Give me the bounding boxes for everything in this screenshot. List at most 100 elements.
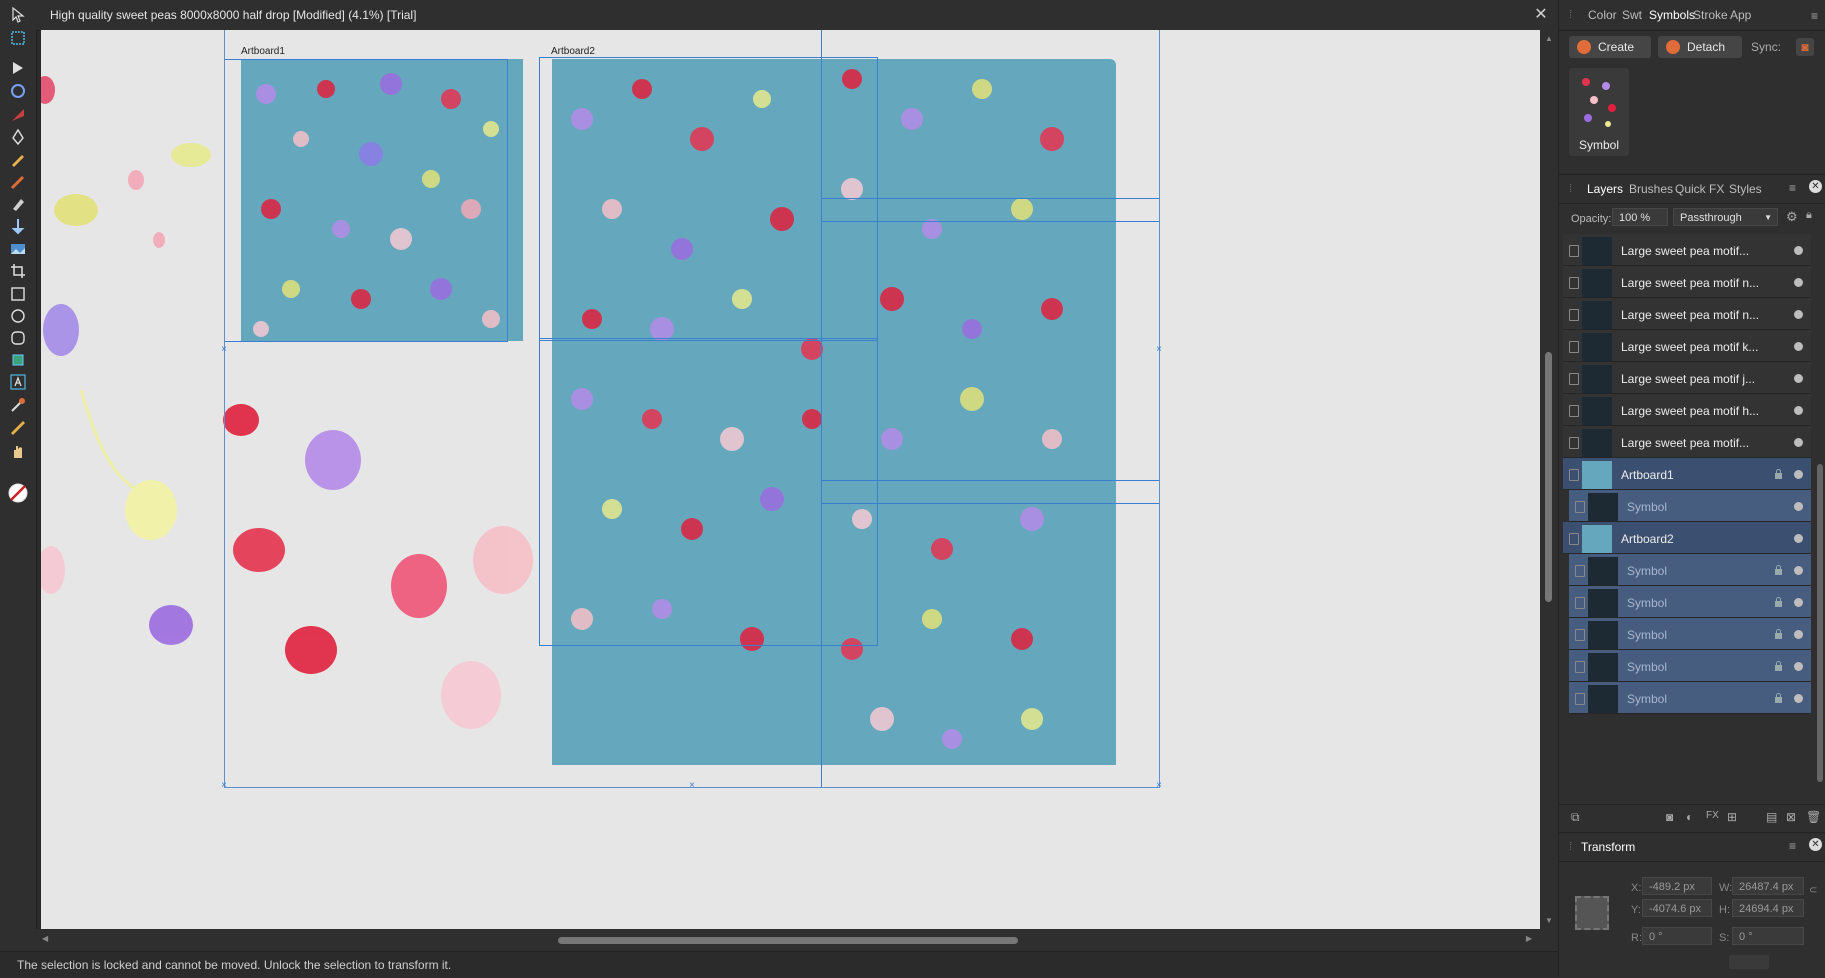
lock-icon[interactable] [1774, 628, 1783, 639]
shape-tool-icon[interactable] [6, 349, 30, 371]
add-layer-icon[interactable]: ▤ [1766, 810, 1777, 824]
transform-options[interactable] [1729, 955, 1769, 969]
visibility-toggle[interactable] [1794, 566, 1803, 575]
tab-swatches[interactable]: Swt [1622, 8, 1642, 22]
symbol-thumbnail[interactable]: Symbol [1569, 68, 1629, 156]
tab-transform[interactable]: Transform [1581, 840, 1635, 854]
scroll-down-icon[interactable]: ▼ [1545, 916, 1553, 925]
visibility-toggle[interactable] [1794, 662, 1803, 671]
layer-row[interactable]: Symbol [1569, 554, 1811, 586]
h-field[interactable]: 24694.4 px [1732, 899, 1804, 917]
tab-stroke[interactable]: Stroke [1693, 8, 1728, 22]
lock-icon[interactable] [1774, 692, 1783, 703]
crop-tool-icon[interactable] [6, 260, 30, 282]
anchor-selector[interactable] [1575, 896, 1609, 930]
panel-menu-icon[interactable]: ≡ [1789, 181, 1796, 195]
scroll-right-icon[interactable]: ▶ [1526, 934, 1532, 943]
color-picker-tool-icon[interactable] [6, 394, 30, 416]
visibility-toggle[interactable] [1794, 342, 1803, 351]
selection-handle[interactable]: × [688, 781, 696, 791]
selection-handle[interactable]: × [1155, 781, 1163, 791]
vector-brush-tool-icon[interactable] [6, 171, 30, 193]
lock-icon[interactable] [1774, 596, 1783, 607]
design-canvas[interactable]: Artboard1 Artboard2 × × × × × [41, 30, 1540, 929]
tab-styles[interactable]: Styles [1729, 182, 1762, 196]
node-tool-icon[interactable] [6, 57, 30, 79]
fill-tool-icon[interactable] [6, 193, 30, 215]
tab-symbols[interactable]: Symbols [1649, 8, 1695, 22]
layer-row[interactable]: Symbol [1569, 650, 1811, 682]
fill-stroke-swatch[interactable] [6, 478, 30, 508]
pen-tool-icon[interactable] [6, 126, 30, 148]
rectangle-tool-icon[interactable] [6, 283, 30, 305]
layers-scrollbar[interactable] [1815, 234, 1825, 790]
close-panel-icon[interactable]: ✕ [1809, 838, 1822, 851]
fx-icon[interactable]: FX [1706, 810, 1719, 821]
layer-row[interactable]: Large sweet pea motif h... [1563, 394, 1811, 426]
y-field[interactable]: -4074.6 px [1642, 899, 1712, 917]
merge-icon[interactable]: ⊠ [1786, 810, 1796, 824]
layer-row[interactable]: Large sweet pea motif n... [1563, 298, 1811, 330]
visibility-toggle[interactable] [1794, 630, 1803, 639]
move-tool-icon[interactable] [6, 4, 30, 26]
panel-menu-icon[interactable]: ≡ [1811, 9, 1818, 23]
lock-icon[interactable] [1774, 564, 1783, 575]
visibility-toggle[interactable] [1794, 598, 1803, 607]
vertical-scrollbar[interactable]: ▲ ▼ [1540, 30, 1558, 929]
link-icon[interactable]: ⊂ [1809, 885, 1817, 896]
horizontal-scrollbar[interactable]: ◀ ▶ [36, 929, 1558, 951]
close-panel-icon[interactable]: ✕ [1809, 180, 1822, 193]
detach-symbol-button[interactable]: Detach [1658, 36, 1742, 58]
layer-options-icon[interactable]: ⧉ [1571, 810, 1580, 825]
lock-icon[interactable]: 🔒︎ [1806, 209, 1812, 222]
vertical-scroll-thumb[interactable] [1545, 352, 1552, 602]
layer-row[interactable]: Artboard1 [1563, 458, 1811, 490]
visibility-toggle[interactable] [1794, 470, 1803, 479]
layer-row[interactable]: Symbol [1569, 586, 1811, 618]
layer-row[interactable]: Artboard2 [1563, 522, 1811, 554]
x-field[interactable]: -489.2 px [1642, 877, 1712, 895]
selection-handle[interactable]: × [220, 345, 228, 355]
pencil-tool-icon[interactable] [6, 148, 30, 170]
rotation-field[interactable]: 0 ° [1642, 927, 1712, 945]
visibility-toggle[interactable] [1794, 502, 1803, 511]
layer-row[interactable]: Symbol [1569, 682, 1811, 714]
shear-field[interactable]: 0 ° [1732, 927, 1804, 945]
close-document-icon[interactable]: ✕ [1532, 6, 1550, 24]
mask-layer-icon[interactable]: ◙ [1666, 810, 1673, 824]
layer-row[interactable]: Large sweet pea motif... [1563, 426, 1811, 458]
panel-menu-icon[interactable]: ≡ [1789, 839, 1796, 853]
view-tool-icon[interactable] [6, 440, 30, 462]
layer-row[interactable]: Large sweet pea motif... [1563, 234, 1811, 266]
measure-tool-icon[interactable] [6, 417, 30, 439]
point-transform-tool-icon[interactable] [6, 104, 30, 126]
w-field[interactable]: 26487.4 px [1732, 877, 1804, 895]
layer-row[interactable]: Large sweet pea motif k... [1563, 330, 1811, 362]
layer-row[interactable]: Large sweet pea motif j... [1563, 362, 1811, 394]
visibility-toggle[interactable] [1794, 694, 1803, 703]
visibility-toggle[interactable] [1794, 374, 1803, 383]
visibility-toggle[interactable] [1794, 406, 1803, 415]
scroll-left-icon[interactable]: ◀ [42, 934, 48, 943]
visibility-toggle[interactable] [1794, 438, 1803, 447]
create-symbol-button[interactable]: Create [1569, 36, 1651, 58]
place-image-tool-icon[interactable] [6, 238, 30, 260]
opacity-field[interactable]: 100 % [1612, 208, 1668, 226]
rounded-rectangle-tool-icon[interactable] [6, 327, 30, 349]
visibility-toggle[interactable] [1794, 534, 1803, 543]
layer-row[interactable]: Symbol [1569, 490, 1811, 522]
tab-color[interactable]: Color [1588, 8, 1617, 22]
tab-quick-fx[interactable]: Quick FX [1675, 182, 1724, 196]
lock-icon[interactable] [1774, 468, 1783, 479]
group-icon[interactable]: ⊞ [1727, 810, 1737, 824]
delete-layer-icon[interactable]: 🗑︎ [1806, 810, 1821, 824]
sync-toggle-icon[interactable]: ◙ [1796, 38, 1814, 56]
layer-row[interactable]: Large sweet pea motif n... [1563, 266, 1811, 298]
lock-icon[interactable] [1774, 660, 1783, 671]
tab-brushes[interactable]: Brushes [1629, 182, 1673, 196]
artboard-tool-icon[interactable] [6, 27, 30, 49]
adjustment-icon[interactable]: ◐ [1686, 810, 1693, 824]
horizontal-scroll-thumb[interactable] [558, 937, 1018, 944]
gear-icon[interactable]: ⚙ [1786, 209, 1798, 225]
ellipse-tool-icon[interactable] [6, 305, 30, 327]
